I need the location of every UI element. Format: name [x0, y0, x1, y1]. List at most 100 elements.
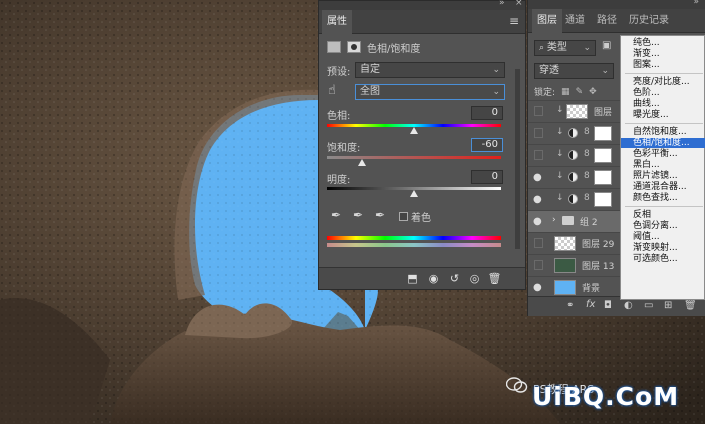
layer-thumbnail [554, 236, 576, 251]
new-group-icon[interactable]: ▭ [644, 300, 653, 311]
lightness-value-field[interactable]: 0 [471, 170, 503, 184]
chevron-down-icon: ⌄ [583, 43, 591, 53]
eye-icon[interactable]: ● [533, 216, 542, 227]
targeted-adjustment-hand-icon[interactable]: ☝ [328, 83, 336, 98]
eyedropper-icon[interactable]: ✒ [331, 208, 341, 222]
saturation-value-field[interactable]: -60 [471, 138, 503, 152]
folder-icon [562, 216, 574, 225]
layer-name: 背景 [582, 284, 601, 294]
delete-icon[interactable]: 🗑 [487, 272, 502, 285]
mask-thumbnail [594, 126, 612, 141]
collapse-icon[interactable]: » [499, 0, 505, 8]
blend-mode-dropdown[interactable]: 穿透 ⌄ [534, 63, 614, 79]
fx-icon[interactable]: fx [586, 299, 595, 310]
menu-item[interactable]: 渐变... [621, 49, 705, 59]
menu-separator [625, 73, 703, 74]
saturation-row: 饱和度: [327, 139, 360, 154]
menu-item[interactable]: 纯色... [621, 38, 705, 48]
saturation-slider-thumb[interactable] [357, 159, 366, 166]
lightness-slider-thumb[interactable] [410, 190, 418, 197]
chevron-down-icon: ⌄ [492, 87, 500, 97]
add-mask-icon[interactable]: ◘ [604, 300, 612, 311]
close-panel-icon[interactable]: × [515, 0, 523, 8]
lock-image-icon[interactable]: ✎ [576, 87, 584, 97]
eyedropper-minus-icon[interactable]: ✒ [375, 208, 385, 222]
hue-slider-thumb[interactable] [410, 127, 418, 134]
menu-item[interactable]: 色调分离... [621, 221, 705, 231]
lock-transparent-icon[interactable]: ▦ [561, 87, 570, 97]
new-layer-icon[interactable]: ⊞ [664, 300, 672, 311]
view-previous-icon[interactable]: ◉ [426, 272, 441, 285]
menu-item[interactable]: 曝光度... [621, 110, 705, 120]
checkbox-box[interactable] [399, 212, 408, 221]
link-icon: 8 [584, 149, 590, 159]
preset-dropdown[interactable]: 自定 ⌄ [355, 62, 505, 78]
adjustment-layer-icon [568, 172, 578, 182]
layer-thumbnail [554, 258, 576, 273]
collapse-icon[interactable]: » [693, 0, 699, 7]
tab-paths[interactable]: 路径 [592, 9, 622, 33]
link-layers-icon[interactable]: ⚭ [566, 300, 574, 311]
menu-item[interactable]: 亮度/对比度... [621, 77, 705, 87]
link-icon: 8 [584, 193, 590, 203]
menu-item[interactable]: 色相/饱和度... [621, 138, 705, 148]
visibility-eye-icon[interactable]: ◎ [467, 272, 482, 285]
layer-filter-dropdown[interactable]: ⌕ 类型 ⌄ [534, 40, 596, 56]
menu-item[interactable]: 颜色查找... [621, 193, 705, 203]
mask-thumbnail [594, 170, 612, 185]
eye-icon[interactable]: ● [533, 172, 542, 183]
lock-position-icon[interactable]: ✥ [589, 87, 597, 97]
preset-value: 自定 [360, 64, 380, 75]
visibility-toggle[interactable] [534, 260, 543, 270]
menu-item[interactable]: 通道混合器... [621, 182, 705, 192]
colorize-checkbox[interactable]: 着色 [399, 209, 431, 224]
menu-item[interactable]: 色彩平衡... [621, 149, 705, 159]
delete-layer-icon[interactable]: 🗑 [684, 300, 697, 311]
properties-panel: » × 属性 ≡ 色相/饱和度 预设: 自定 ⌄ ☝ 全图 ⌄ 色相: 0 饱和… [318, 0, 526, 290]
menu-item[interactable]: 色阶... [621, 88, 705, 98]
tab-layers[interactable]: 图层 [532, 9, 562, 33]
link-icon: 8 [584, 127, 590, 137]
menu-item[interactable]: 曲线... [621, 99, 705, 109]
hue-value-field[interactable]: 0 [471, 106, 503, 120]
lightness-row: 明度: [327, 171, 350, 186]
saturation-slider-track[interactable] [327, 156, 501, 159]
menu-item[interactable]: 黑白... [621, 160, 705, 170]
chevron-right-icon[interactable]: › [552, 215, 556, 225]
menu-item[interactable]: 渐变映射... [621, 243, 705, 253]
pixel-filter-icon[interactable]: ▣ [602, 40, 611, 51]
wechat-icon [506, 377, 528, 393]
clip-to-layer-icon[interactable]: ⬒ [405, 272, 420, 285]
hue-row: 色相: [327, 107, 350, 122]
hue-saturation-layer-icon [327, 41, 341, 53]
menu-item[interactable]: 反相 [621, 210, 705, 220]
panel-menu-icon[interactable]: ≡ [509, 14, 519, 28]
visibility-toggle[interactable] [534, 106, 543, 116]
watermark-brand: UiBQ.CoM [532, 382, 680, 411]
layer-mask-icon[interactable] [347, 41, 361, 53]
eyedropper-plus-icon[interactable]: ✒ [353, 208, 363, 222]
reset-icon[interactable]: ↺ [447, 272, 462, 285]
menu-item[interactable]: 自然饱和度... [621, 127, 705, 137]
eye-icon[interactable]: ● [533, 282, 542, 293]
channel-value: 全图 [360, 86, 380, 97]
channel-dropdown[interactable]: 全图 ⌄ [355, 84, 505, 100]
visibility-toggle[interactable] [534, 238, 543, 248]
tab-history[interactable]: 历史记录 [624, 9, 674, 33]
visibility-toggle[interactable] [534, 128, 543, 138]
menu-item[interactable]: 阈值... [621, 232, 705, 242]
mask-thumbnail [594, 148, 612, 163]
preset-row: 预设: [327, 63, 350, 78]
menu-item[interactable]: 图案... [621, 60, 705, 70]
lock-label: 锁定: [534, 88, 556, 98]
tab-properties[interactable]: 属性 [322, 10, 352, 34]
tab-channels[interactable]: 通道 [560, 9, 590, 33]
visibility-toggle[interactable] [534, 150, 543, 160]
properties-scrollbar[interactable] [515, 69, 520, 249]
layer-name: 图层 29 [582, 240, 615, 250]
output-color-bar [327, 243, 501, 247]
new-adjustment-icon[interactable]: ◐ [624, 300, 633, 311]
menu-item[interactable]: 照片滤镜... [621, 171, 705, 181]
eye-icon[interactable]: ● [533, 194, 542, 205]
menu-item[interactable]: 可选颜色... [621, 254, 705, 264]
